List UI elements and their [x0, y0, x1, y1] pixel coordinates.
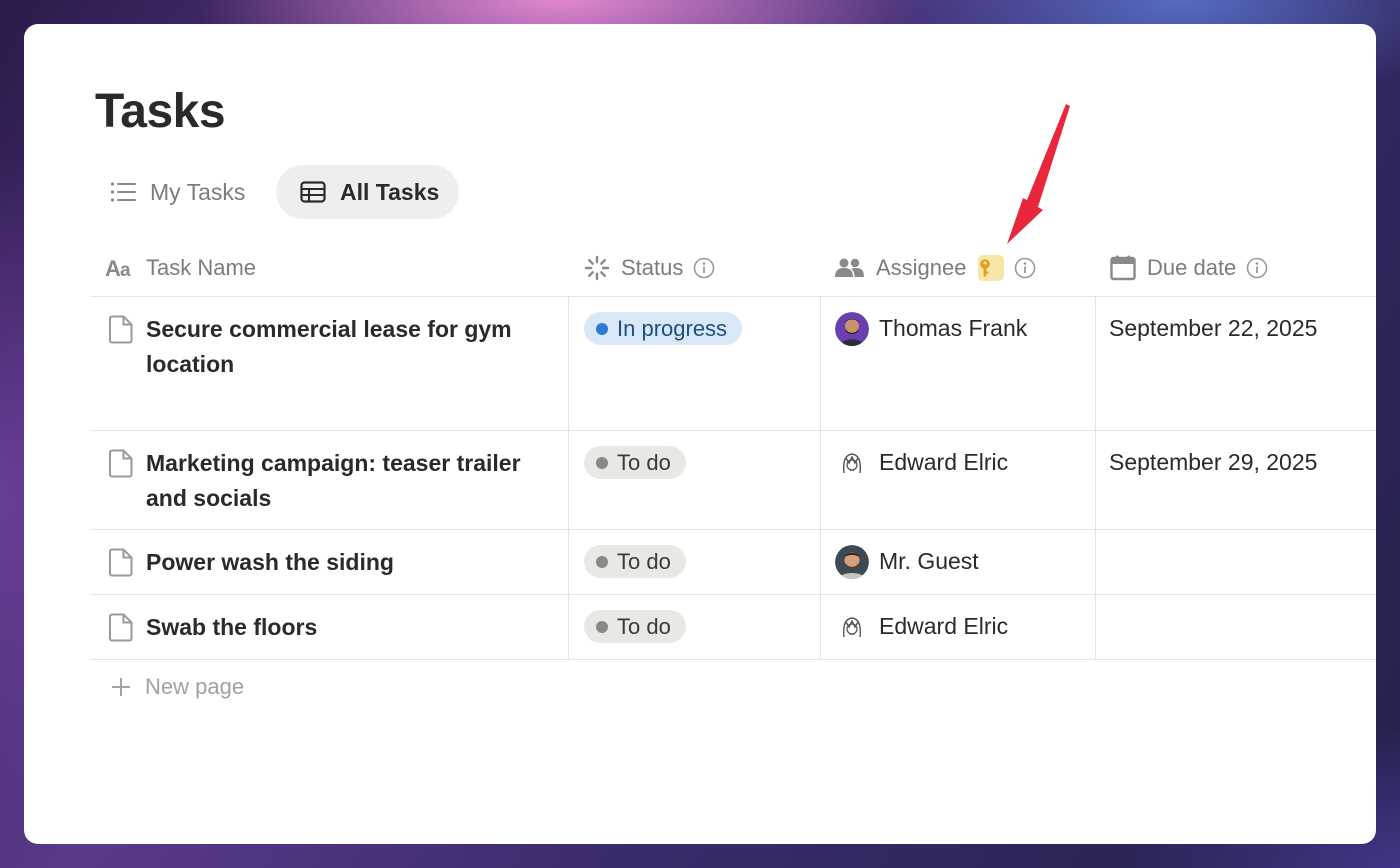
avatar	[835, 609, 869, 644]
page-title: Tasks	[95, 85, 226, 138]
assignee: Thomas Frank	[835, 311, 1028, 346]
column-header-due-date[interactable]: Due date	[1110, 240, 1268, 296]
new-page-label: New page	[145, 674, 245, 699]
table-icon	[300, 181, 326, 203]
column-label: Due date	[1147, 255, 1237, 280]
status-dot	[596, 456, 608, 469]
status-label: To do	[617, 548, 671, 574]
assignee: Edward Elric	[835, 609, 1009, 644]
svg-text:a: a	[120, 260, 131, 279]
task-name[interactable]: Secure commercial lease for gym location	[146, 312, 556, 382]
status-dot	[596, 322, 608, 335]
plus-icon	[112, 678, 130, 696]
status-dot	[596, 555, 608, 568]
table-row[interactable]: Secure commercial lease for gym location…	[91, 297, 1376, 431]
status-dot	[596, 620, 608, 633]
page-icon	[109, 449, 133, 478]
assignee-cell[interactable]: Thomas Frank	[820, 297, 1096, 430]
page-icon	[109, 315, 133, 344]
people-icon	[835, 258, 864, 277]
status-spinner-icon	[584, 255, 610, 281]
table-row[interactable]: Marketing campaign: teaser trailer and s…	[91, 431, 1376, 530]
status-cell[interactable]: To do	[568, 530, 821, 594]
task-name[interactable]: Power wash the siding	[146, 545, 556, 580]
page-icon	[109, 548, 133, 577]
column-header-status[interactable]: Status	[584, 240, 715, 296]
assignee-name: Mr. Guest	[879, 548, 979, 574]
assignee-name: Edward Elric	[879, 449, 1009, 475]
table-row[interactable]: Power wash the siding To do Mr. Guest	[91, 530, 1376, 595]
info-icon[interactable]	[693, 257, 715, 279]
tasks-table: A a Task Name Status Assignee Due date S…	[91, 240, 1376, 660]
avatar	[835, 544, 869, 579]
status-label: To do	[617, 613, 671, 639]
avatar	[835, 311, 869, 346]
annotation-arrow-icon	[1007, 104, 1070, 244]
status-badge: To do	[584, 545, 686, 578]
assignee-cell[interactable]: Edward Elric	[820, 595, 1096, 659]
task-name-cell[interactable]: Swab the floors	[91, 595, 568, 659]
assignee-cell[interactable]: Mr. Guest	[820, 530, 1096, 594]
tab-label: My Tasks	[150, 178, 246, 205]
assignee: Mr. Guest	[835, 544, 979, 579]
due-date: September 22, 2025	[1109, 315, 1318, 341]
status-cell[interactable]: To do	[568, 595, 821, 659]
status-badge: To do	[584, 446, 686, 479]
due-date-cell[interactable]	[1095, 530, 1376, 594]
page-icon	[109, 613, 133, 642]
new-page-button[interactable]: New page	[111, 674, 244, 700]
table-header: A a Task Name Status Assignee Due date	[91, 240, 1376, 297]
task-name[interactable]: Marketing campaign: teaser trailer and s…	[146, 446, 556, 516]
status-badge: To do	[584, 610, 686, 643]
task-name[interactable]: Swab the floors	[146, 610, 556, 645]
database-page: Tasks My Tasks All Tasks A a Task Name S…	[24, 24, 1376, 844]
tab-all-tasks[interactable]: All Tasks	[276, 165, 460, 219]
column-label: Status	[621, 255, 684, 280]
status-badge: In progress	[584, 312, 743, 345]
assignee-name: Thomas Frank	[879, 315, 1028, 341]
status-cell[interactable]: To do	[568, 431, 821, 529]
status-cell[interactable]: In progress	[568, 297, 821, 430]
column-label: Task Name	[146, 255, 257, 280]
tab-my-tasks[interactable]: My Tasks	[96, 165, 259, 219]
info-icon[interactable]	[1246, 257, 1268, 279]
avatar	[835, 445, 869, 480]
key-badge	[977, 255, 1004, 281]
status-label: To do	[617, 449, 671, 475]
info-icon[interactable]	[1014, 257, 1036, 279]
due-date: September 29, 2025	[1109, 449, 1318, 475]
due-date-cell[interactable]: September 29, 2025	[1095, 431, 1376, 529]
key-icon	[980, 259, 990, 277]
task-name-cell[interactable]: Power wash the siding	[91, 530, 568, 594]
text-property-icon: A a	[105, 257, 131, 279]
list-icon	[110, 182, 136, 202]
column-label: Assignee	[876, 255, 967, 280]
due-date-cell[interactable]	[1095, 595, 1376, 659]
tab-label: All Tasks	[340, 178, 440, 205]
assignee-cell[interactable]: Edward Elric	[820, 431, 1096, 529]
due-date-cell[interactable]: September 22, 2025	[1095, 297, 1376, 430]
assignee: Edward Elric	[835, 445, 1009, 480]
column-header-task-name[interactable]: A a Task Name	[105, 240, 256, 296]
status-label: In progress	[617, 315, 728, 341]
table-row[interactable]: Swab the floors To do Edward Elric	[91, 595, 1376, 660]
svg-text:A: A	[105, 257, 121, 279]
task-name-cell[interactable]: Marketing campaign: teaser trailer and s…	[91, 431, 568, 529]
task-name-cell[interactable]: Secure commercial lease for gym location	[91, 297, 568, 430]
calendar-icon	[1110, 255, 1136, 281]
assignee-name: Edward Elric	[879, 613, 1009, 639]
